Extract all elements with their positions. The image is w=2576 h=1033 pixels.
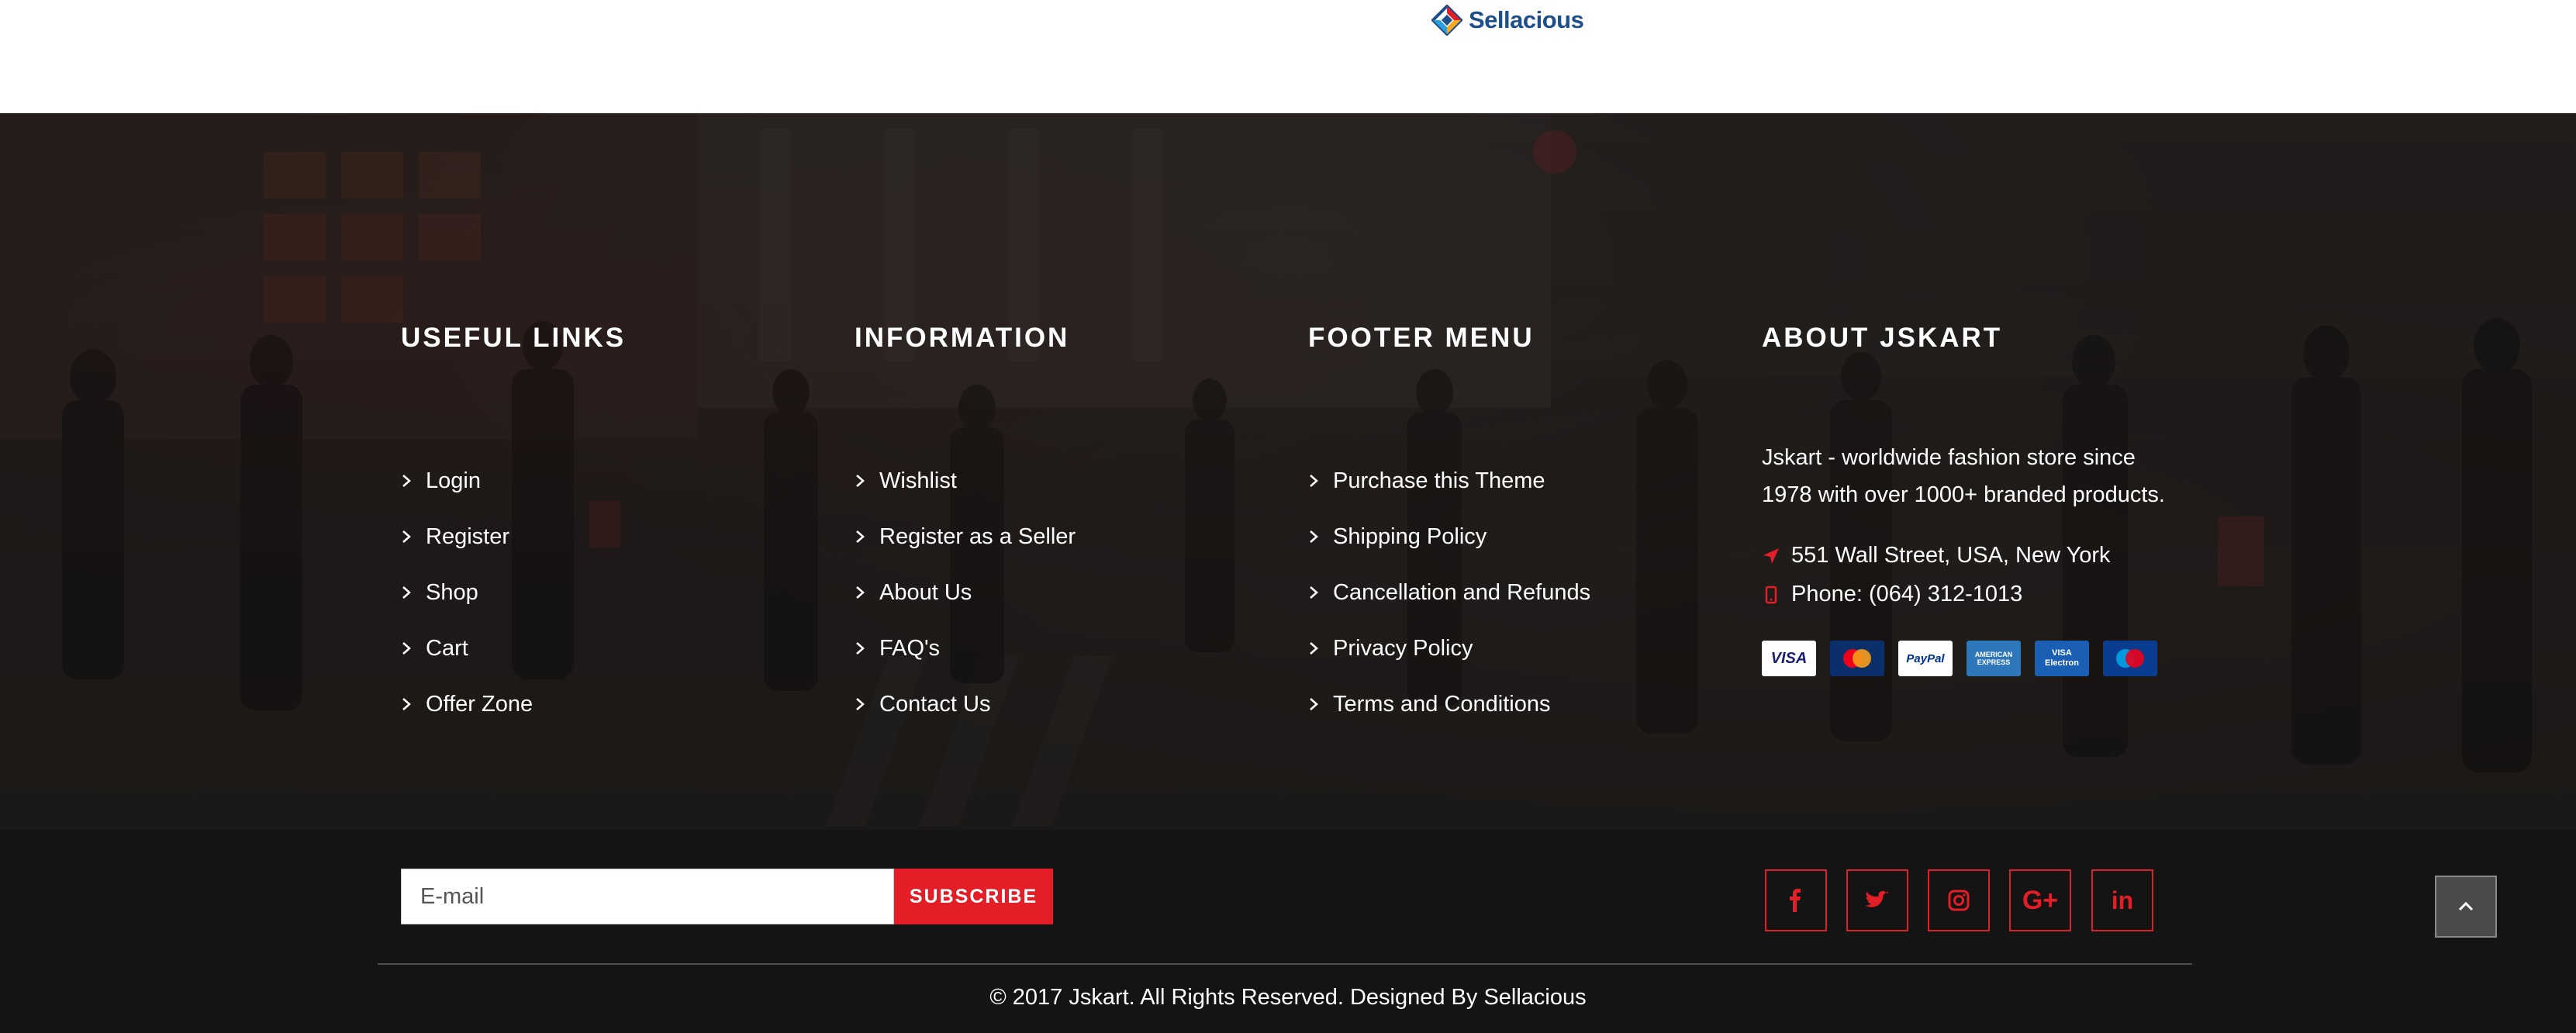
link-label: Login <box>426 468 481 493</box>
information-list: Wishlist Register as a Seller About Us F… <box>855 453 1076 732</box>
top-header-strip: Sellacious <box>0 0 2576 113</box>
information-heading: INFORMATION <box>855 323 1070 353</box>
copyright-text: © 2017 Jskart. All Rights Reserved. Desi… <box>989 985 1587 1010</box>
twitter-button[interactable] <box>1846 869 1908 931</box>
footer-link-privacy-policy[interactable]: Privacy Policy <box>1308 620 1590 676</box>
chevron-right-icon <box>856 530 865 543</box>
about-description: Jskart - worldwide fashion store since 1… <box>1762 439 2196 513</box>
footer-link-about-us[interactable]: About Us <box>855 565 1076 620</box>
about-line-1: Jskart - worldwide fashion store since <box>1762 445 2136 470</box>
link-label: Cart <box>426 635 468 661</box>
footer-divider <box>378 963 2192 965</box>
chevron-right-icon <box>856 475 865 487</box>
chevron-up-icon <box>2458 901 2474 911</box>
sellacious-logo[interactable]: Sellacious <box>1431 3 1584 37</box>
visa-card-icon: VISA <box>1762 641 1816 676</box>
mastercard-icon <box>1830 641 1884 676</box>
chevron-right-icon <box>402 530 411 543</box>
chevron-right-icon <box>402 475 411 487</box>
subscribe-button[interactable]: SUBSCRIBE <box>894 869 1053 924</box>
facebook-icon <box>1790 889 1801 912</box>
address-text: 551 Wall Street, USA, New York <box>1791 543 2111 568</box>
link-label: Contact Us <box>879 691 991 717</box>
amex-icon: AMERICAN EXPRESS <box>1967 641 2021 676</box>
about-heading: ABOUT JSKART <box>1762 323 2003 353</box>
linkedin-button[interactable]: in <box>2091 869 2153 931</box>
footer-link-terms-conditions[interactable]: Terms and Conditions <box>1308 676 1590 732</box>
footer-link-purchase-theme[interactable]: Purchase this Theme <box>1308 453 1590 509</box>
link-label: Shop <box>426 579 478 605</box>
chevron-right-icon <box>1310 530 1318 543</box>
google-plus-icon: G+ <box>2022 885 2059 915</box>
footer-link-login[interactable]: Login <box>401 453 533 509</box>
link-label: Cancellation and Refunds <box>1333 579 1591 605</box>
mobile-phone-icon <box>1765 586 1777 603</box>
instagram-icon <box>1948 890 1970 911</box>
link-label: Register <box>426 523 509 549</box>
link-label: Privacy Policy <box>1333 635 1473 661</box>
newsletter-email-input[interactable] <box>401 869 894 924</box>
phone-text: Phone: (064) 312-1013 <box>1791 582 2023 606</box>
footer-link-faqs[interactable]: FAQ's <box>855 620 1076 676</box>
google-plus-button[interactable]: G+ <box>2009 869 2071 931</box>
footer-link-wishlist[interactable]: Wishlist <box>855 453 1076 509</box>
footer-link-register-seller[interactable]: Register as a Seller <box>855 509 1076 565</box>
useful-links-list: Login Register Shop Cart Offer Zone <box>401 453 533 732</box>
facebook-button[interactable] <box>1765 869 1827 931</box>
footer-link-register[interactable]: Register <box>401 509 533 565</box>
phone-row: Phone: (064) 312-1013 <box>1762 582 2022 607</box>
footer-menu-list: Purchase this Theme Shipping Policy Canc… <box>1308 453 1590 732</box>
chevron-right-icon <box>402 586 411 599</box>
useful-links-heading: USEFUL LINKS <box>401 323 627 353</box>
footer-link-offer-zone[interactable]: Offer Zone <box>401 676 533 732</box>
chevron-right-icon <box>856 698 865 710</box>
link-label: About Us <box>879 579 972 605</box>
about-line-2: 1978 with over 1000+ branded products. <box>1762 482 2165 507</box>
linkedin-icon: in <box>2111 886 2134 914</box>
chevron-right-icon <box>856 642 865 655</box>
chevron-right-icon <box>856 586 865 599</box>
chevron-right-icon <box>1310 698 1318 710</box>
footer-link-cancellation-refunds[interactable]: Cancellation and Refunds <box>1308 565 1590 620</box>
link-label: Shipping Policy <box>1333 523 1487 549</box>
back-to-top-button[interactable] <box>2435 876 2497 938</box>
footer-link-shipping-policy[interactable]: Shipping Policy <box>1308 509 1590 565</box>
twitter-icon <box>1865 890 1889 907</box>
chevron-right-icon <box>1310 586 1318 599</box>
link-label: Purchase this Theme <box>1333 468 1545 493</box>
link-label: Register as a Seller <box>879 523 1076 549</box>
instagram-button[interactable] <box>1928 869 1990 931</box>
link-label: Terms and Conditions <box>1333 691 1551 717</box>
visa-electron-icon: VISA Electron <box>2035 641 2089 676</box>
link-label: Offer Zone <box>426 691 534 717</box>
logo-text: Sellacious <box>1469 6 1584 33</box>
chevron-right-icon <box>402 698 411 710</box>
footer-menu-heading: FOOTER MENU <box>1308 323 1535 353</box>
link-label: Wishlist <box>879 468 957 493</box>
footer-link-cart[interactable]: Cart <box>401 620 533 676</box>
maestro-icon <box>2103 641 2157 676</box>
payment-methods: VISA PayPal AMERICAN EXPRESS VISA Electron <box>1762 641 2157 676</box>
footer-bottom-bar: SUBSCRIBE G+ in © 2017 Jskart. All Right… <box>0 830 2576 1033</box>
link-label: FAQ's <box>879 635 941 661</box>
footer-main: USEFUL LINKS Login Register Shop Cart Of… <box>0 113 2576 830</box>
footer-link-shop[interactable]: Shop <box>401 565 533 620</box>
sellacious-logo-icon <box>1431 5 1462 36</box>
paypal-icon: PayPal <box>1898 641 1953 676</box>
address-row: 551 Wall Street, USA, New York <box>1762 543 2111 568</box>
chevron-right-icon <box>402 642 411 655</box>
location-arrow-icon <box>1763 548 1779 564</box>
footer-link-contact-us[interactable]: Contact Us <box>855 676 1076 732</box>
chevron-right-icon <box>1310 642 1318 655</box>
chevron-right-icon <box>1310 475 1318 487</box>
